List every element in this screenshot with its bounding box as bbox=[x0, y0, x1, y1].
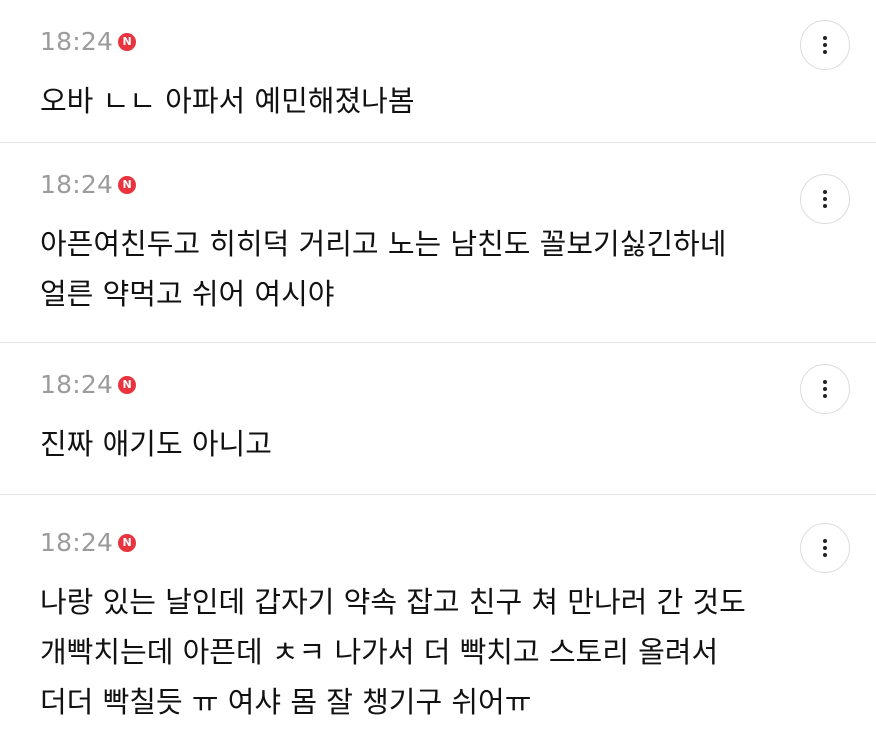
comment-item: 18:24 N 아픈여친두고 히히덕 거리고 노는 남친도 꼴보기싫긴하네 얼른… bbox=[0, 143, 876, 343]
new-badge-icon: N bbox=[118, 534, 137, 552]
comment-meta: 18:24 N bbox=[40, 371, 836, 399]
new-badge-icon: N bbox=[118, 376, 137, 394]
more-vertical-icon bbox=[823, 380, 827, 398]
more-options-button[interactable] bbox=[800, 523, 850, 573]
more-options-button[interactable] bbox=[800, 364, 850, 414]
comment-list: 18:24 N 오바 ㄴㄴ 아파서 예민해졌나봄 18:24 N 아픈여친두고 … bbox=[0, 0, 876, 729]
comment-meta: 18:24 N bbox=[40, 529, 836, 557]
comment-text: 진짜 애기도 아니고 bbox=[40, 427, 272, 461]
more-options-button[interactable] bbox=[800, 174, 850, 224]
comment-text: 나랑 있는 날인데 갑자기 약속 잡고 친구 쳐 만나러 간 것도 개빡치는데 … bbox=[40, 585, 746, 719]
new-badge-icon: N bbox=[118, 33, 137, 51]
comment-text: 오바 ㄴㄴ 아파서 예민해졌나봄 bbox=[40, 84, 415, 118]
comment-item: 18:24 N 나랑 있는 날인데 갑자기 약속 잡고 친구 쳐 만나러 간 것… bbox=[0, 495, 876, 729]
comment-time: 18:24 bbox=[40, 370, 114, 399]
comment-meta: 18:24 N bbox=[40, 28, 836, 56]
new-badge-icon: N bbox=[118, 176, 137, 194]
comment-item: 18:24 N 오바 ㄴㄴ 아파서 예민해졌나봄 bbox=[0, 0, 876, 143]
comment-time: 18:24 bbox=[40, 528, 114, 557]
comment-time: 18:24 bbox=[40, 27, 114, 56]
comment-time: 18:24 bbox=[40, 170, 114, 199]
more-options-button[interactable] bbox=[800, 20, 850, 70]
more-vertical-icon bbox=[823, 36, 827, 54]
comment-meta: 18:24 N bbox=[40, 171, 836, 199]
more-vertical-icon bbox=[823, 190, 827, 208]
more-vertical-icon bbox=[823, 539, 827, 557]
comment-item: 18:24 N 진짜 애기도 아니고 bbox=[0, 343, 876, 495]
comment-text: 아픈여친두고 히히덕 거리고 노는 남친도 꼴보기싫긴하네 얼른 약먹고 쉬어 … bbox=[40, 227, 727, 311]
